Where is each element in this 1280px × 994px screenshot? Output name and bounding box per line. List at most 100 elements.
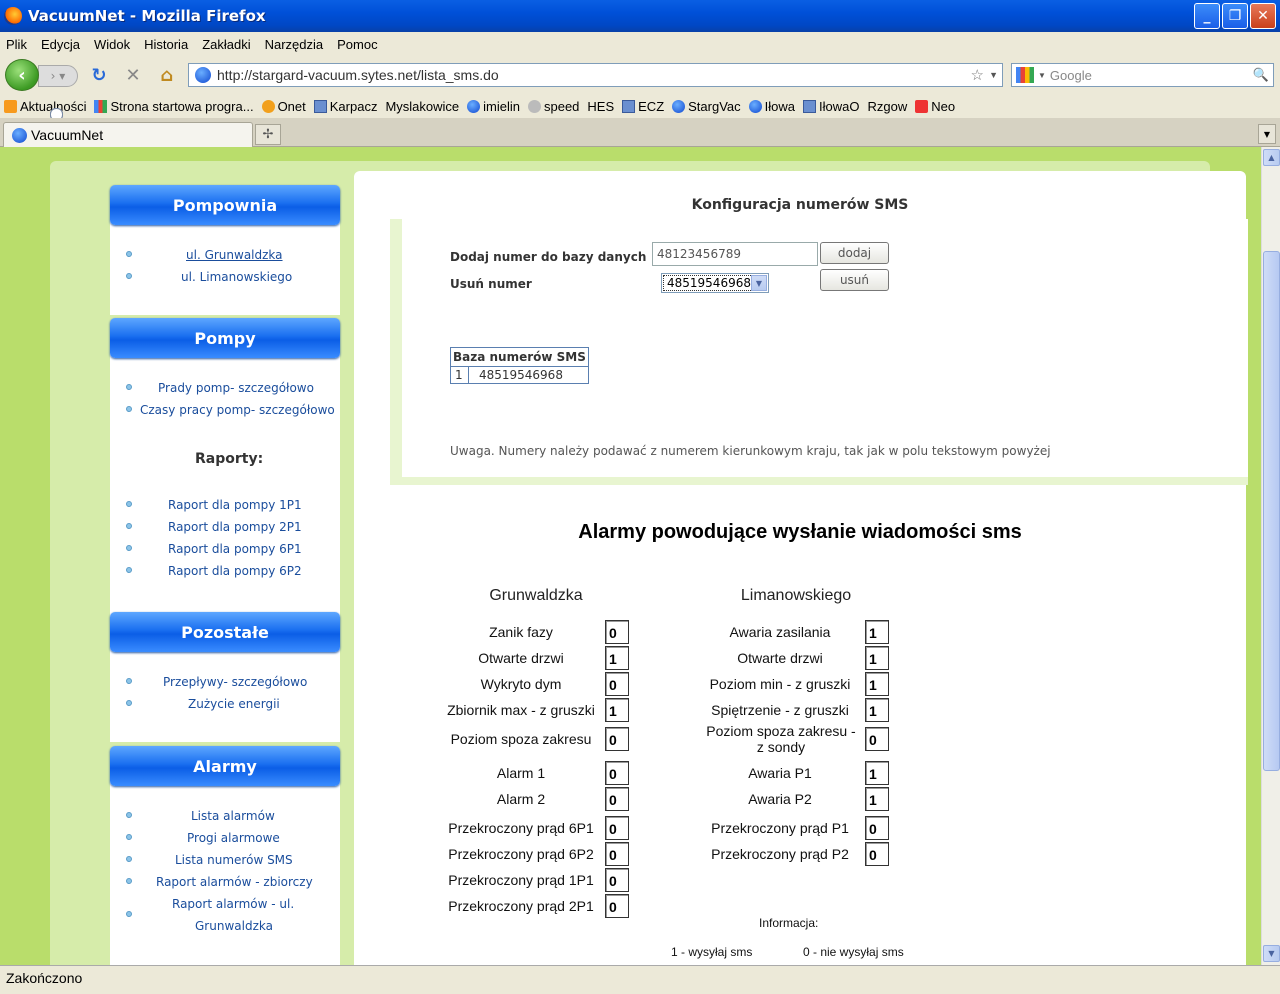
minimize-button[interactable]: _: [1194, 3, 1220, 29]
forward-button[interactable]: › ▾: [38, 65, 78, 87]
add-button[interactable]: dodaj: [820, 242, 889, 264]
row-index: 1: [450, 366, 469, 384]
bookmark-item[interactable]: Neo: [915, 99, 955, 114]
link-czasy-pracy[interactable]: Czasy pracy pomp- szczegółowo: [140, 403, 335, 417]
right-alarm-input[interactable]: 0: [865, 842, 889, 866]
bookmark-item[interactable]: Iłowa: [748, 99, 795, 114]
left-alarm-label: Przekroczony prąd 6P2: [448, 846, 594, 862]
bookmark-item[interactable]: Aktualności: [4, 99, 86, 114]
bookmark-item[interactable]: HES: [50, 99, 614, 121]
link-prady-pomp[interactable]: Prady pomp- szczegółowo: [158, 381, 314, 395]
menu-historia[interactable]: Historia: [144, 37, 188, 52]
bookmark-item[interactable]: StargVac: [672, 99, 741, 114]
left-alarm-input[interactable]: 0: [605, 816, 629, 840]
left-alarm-input[interactable]: 0: [605, 868, 629, 892]
star-icon[interactable]: ☆: [971, 66, 984, 84]
bookmark-item[interactable]: Strona startowa progra...: [94, 99, 254, 114]
maximize-button[interactable]: ❐: [1222, 3, 1248, 29]
bookmark-neo-icon: [915, 99, 929, 113]
remove-button[interactable]: usuń: [820, 269, 889, 291]
reload-icon[interactable]: ↻: [88, 64, 110, 86]
bookmark-item[interactable]: Myslakowice: [50, 99, 459, 121]
tab-vacuumnet[interactable]: VacuumNet: [3, 122, 253, 147]
bookmarks-bar: Aktualności Strona startowa progra... Onet…: [0, 94, 1280, 121]
link-raport-6p2[interactable]: Raport dla pompy 6P2: [168, 564, 302, 578]
bookmark-blue-icon: [748, 99, 762, 113]
add-number-input[interactable]: [652, 242, 818, 266]
left-alarm-input[interactable]: 1: [605, 646, 629, 670]
url-bar[interactable]: http://stargard-vacuum.sytes.net/lista_s…: [188, 63, 1003, 87]
tab-list-button[interactable]: ▼: [1258, 124, 1276, 144]
right-alarm-input[interactable]: 1: [865, 761, 889, 785]
left-alarm-input[interactable]: 0: [605, 842, 629, 866]
left-alarm-label: Przekroczony prąd 1P1: [448, 872, 594, 888]
bookmark-item[interactable]: ECZ: [622, 99, 664, 114]
bullet-icon: [126, 523, 132, 529]
bookmark-item[interactable]: Karpacz: [313, 99, 377, 114]
home-icon[interactable]: ⌂: [156, 64, 178, 86]
right-alarm-label: Otwarte drzwi: [737, 650, 823, 666]
link-limanowskiego[interactable]: ul. Limanowskiego: [181, 270, 292, 284]
remove-number-select[interactable]: 48519546968 ▼: [661, 273, 769, 293]
right-alarm-input[interactable]: 1: [865, 646, 889, 670]
link-lista-numerow-sms[interactable]: Lista numerów SMS: [175, 853, 293, 867]
left-alarm-input[interactable]: 0: [605, 787, 629, 811]
left-alarm-input[interactable]: 0: [605, 894, 629, 918]
right-alarm-input[interactable]: 1: [865, 672, 889, 696]
search-bar[interactable]: ▼ Google 🔍: [1011, 63, 1274, 87]
bookmark-pic-icon: [313, 99, 327, 113]
search-icon[interactable]: 🔍: [1253, 67, 1269, 83]
menu-narzedzia[interactable]: Narzędzia: [265, 37, 324, 52]
close-button[interactable]: ✕: [1250, 3, 1276, 29]
link-grunwaldzka[interactable]: ul. Grunwaldzka: [186, 248, 283, 262]
menu-edycja[interactable]: Edycja: [41, 37, 80, 52]
link-raport-1p1[interactable]: Raport dla pompy 1P1: [168, 498, 302, 512]
scroll-up-icon[interactable]: ▲: [1263, 149, 1280, 166]
link-lista-alarmow[interactable]: Lista alarmów: [191, 809, 275, 823]
menu-pomoc[interactable]: Pomoc: [337, 37, 377, 52]
link-raport-2p1[interactable]: Raport dla pompy 2P1: [168, 520, 302, 534]
left-alarm-input[interactable]: 0: [605, 620, 629, 644]
firefox-icon: [4, 7, 22, 25]
globe-icon: [195, 67, 211, 83]
link-raport-6p1[interactable]: Raport dla pompy 6P1: [168, 542, 302, 556]
stop-icon[interactable]: ✕: [122, 64, 144, 86]
link-progi-alarmowe[interactable]: Progi alarmowe: [187, 831, 280, 845]
bookmark-blue-icon: [672, 99, 686, 113]
scroll-thumb[interactable]: [1263, 251, 1280, 771]
bookmark-item[interactable]: speed: [527, 99, 579, 114]
bookmark-item[interactable]: Onet: [261, 99, 306, 114]
right-alarm-input[interactable]: 0: [865, 727, 889, 751]
bookmark-label: Neo: [931, 98, 956, 114]
new-tab-button[interactable]: ✢: [255, 124, 281, 145]
right-alarm-input[interactable]: 0: [865, 816, 889, 840]
menu-plik[interactable]: Plik: [6, 37, 27, 52]
sidebar-header-pozostale: Pozostałe: [110, 612, 340, 652]
scroll-down-icon[interactable]: ▼: [1263, 945, 1280, 962]
left-alarm-input[interactable]: 0: [605, 672, 629, 696]
chevron-down-icon[interactable]: ▼: [989, 70, 998, 80]
menu-zakladki[interactable]: Zakładki: [202, 37, 250, 52]
left-alarm-input[interactable]: 0: [605, 727, 629, 751]
right-alarm-input[interactable]: 1: [865, 620, 889, 644]
left-alarm-input[interactable]: 1: [605, 698, 629, 722]
link-zuzycie-energii[interactable]: Zużycie energii: [188, 697, 280, 711]
right-alarm-input[interactable]: 1: [865, 787, 889, 811]
left-alarm-input[interactable]: 0: [605, 761, 629, 785]
link-raport-zbiorczy[interactable]: Raport alarmów - zbiorczy: [156, 875, 313, 889]
link-raport-grunwaldzka[interactable]: Grunwaldzka: [195, 919, 273, 933]
left-alarm-label: Poziom spoza zakresu: [450, 731, 592, 747]
bookmark-item[interactable]: IłowaO: [803, 99, 859, 114]
arrow-left-icon: ‹: [18, 64, 26, 86]
bookmark-item[interactable]: Rzgow: [50, 99, 907, 121]
bookmark-item[interactable]: imielin: [467, 99, 520, 114]
vertical-scrollbar[interactable]: ▲ ▼: [1261, 147, 1280, 965]
menu-widok[interactable]: Widok: [94, 37, 130, 52]
link-przeplywy[interactable]: Przepływy- szczegółowo: [163, 675, 307, 689]
bookmark-label: StargVac: [688, 98, 741, 114]
back-button[interactable]: ‹: [5, 59, 39, 91]
right-alarm-input[interactable]: 1: [865, 698, 889, 722]
link-raport-ul[interactable]: Raport alarmów - ul.: [172, 897, 294, 911]
chevron-down-icon[interactable]: ▼: [1038, 71, 1046, 80]
status-bar: Zakończono: [0, 965, 1280, 994]
